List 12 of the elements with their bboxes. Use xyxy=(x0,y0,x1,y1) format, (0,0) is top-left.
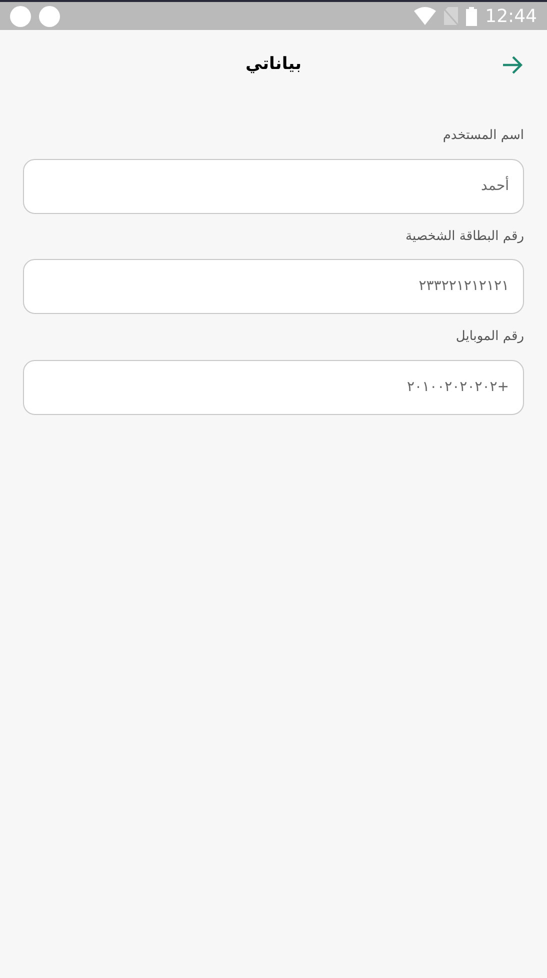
field-label: رقم الموبايل xyxy=(456,328,524,346)
field-label: رقم البطاقة الشخصية xyxy=(406,228,524,246)
input-field[interactable]: ٢٣٣٢٢١٢١٢١٢١ xyxy=(23,259,524,314)
no-sim-icon xyxy=(444,7,458,25)
page-title: بياناتي xyxy=(245,53,302,76)
battery-icon xyxy=(466,6,478,26)
status-time: 12:44 xyxy=(485,4,537,28)
field-label: اسم المستخدم xyxy=(442,127,524,145)
back-arrow-icon[interactable] xyxy=(501,55,523,75)
input-field[interactable]: أحمد xyxy=(23,158,524,214)
wifi-icon xyxy=(414,7,436,25)
input-field[interactable]: +٢٠١٠٠٢٠٢٠٢٠٢ xyxy=(23,360,524,414)
